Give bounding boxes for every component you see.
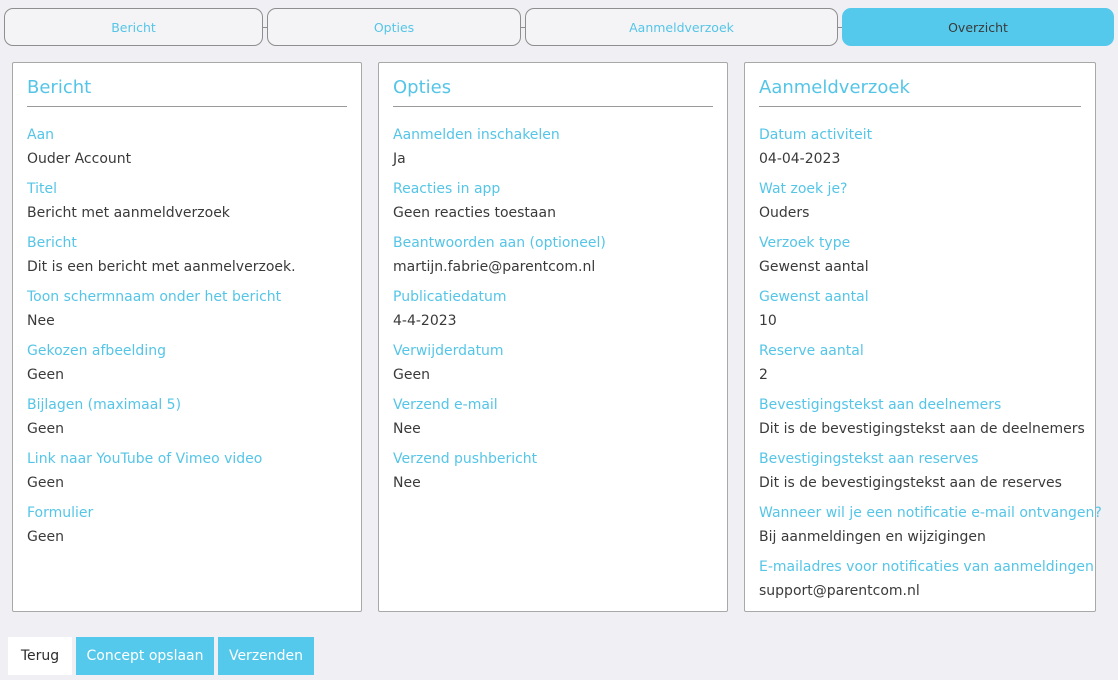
field-label: Link naar YouTube of Vimeo video <box>27 451 263 467</box>
field-formulier: Formulier Geen <box>27 501 347 555</box>
field-bijlagen: Bijlagen (maximaal 5) Geen <box>27 393 347 447</box>
field-label: Publicatiedatum <box>393 289 507 305</box>
field-label: Gewenst aantal <box>759 289 869 305</box>
field-value: Geen reacties toestaan <box>393 205 556 221</box>
field-gewenst-aantal: Gewenst aantal 10 <box>759 285 1081 339</box>
field-publicatiedatum: Publicatiedatum 4-4-2023 <box>393 285 713 339</box>
save-draft-button[interactable]: Concept opslaan <box>76 637 214 675</box>
field-label: Bijlagen (maximaal 5) <box>27 397 182 413</box>
field-label: Beantwoorden aan (optioneel) <box>393 235 606 251</box>
tab-bericht[interactable]: Bericht <box>4 8 263 46</box>
field-list: Aanmelden inschakelen Ja Reacties in app… <box>393 123 713 501</box>
field-label: Aanmelden inschakelen <box>393 127 560 143</box>
field-label: Reserve aantal <box>759 343 864 359</box>
field-value: Dit is de bevestigingstekst aan de reser… <box>759 475 1062 491</box>
field-value: Geen <box>393 367 430 383</box>
field-label: Bevestigingstekst aan reserves <box>759 451 979 467</box>
card-title: Bericht <box>27 76 347 107</box>
back-button[interactable]: Terug <box>8 637 72 675</box>
field-value: Ja <box>393 151 406 167</box>
opties-summary-card: Opties Aanmelden inschakelen Ja Reacties… <box>378 62 728 612</box>
field-reacties-in-app: Reacties in app Geen reacties toestaan <box>393 177 713 231</box>
field-value: Dit is de bevestigingstekst aan de deeln… <box>759 421 1085 437</box>
field-value: 10 <box>759 313 777 329</box>
field-label: Bevestigingstekst aan deelnemers <box>759 397 1002 413</box>
field-verzend-email: Verzend e-mail Nee <box>393 393 713 447</box>
field-label: Wanneer wil je een notificatie e-mail on… <box>759 505 1102 521</box>
field-label: Toon schermnaam onder het bericht <box>27 289 282 305</box>
field-bevestiging-deelnemers: Bevestigingstekst aan deelnemers Dit is … <box>759 393 1085 447</box>
field-value: Geen <box>27 475 64 491</box>
field-label: Gekozen afbeelding <box>27 343 166 359</box>
field-list: Datum activiteit 04-04-2023 Wat zoek je?… <box>759 123 1102 609</box>
field-value: Geen <box>27 367 64 383</box>
field-beantwoorden-aan: Beantwoorden aan (optioneel) martijn.fab… <box>393 231 713 285</box>
field-list: Aan Ouder Account Titel Bericht met aanm… <box>27 123 347 555</box>
card-title: Aanmeldverzoek <box>759 76 1081 107</box>
card-title: Opties <box>393 76 713 107</box>
aanmeldverzoek-summary-card: Aanmeldverzoek Datum activiteit 04-04-20… <box>744 62 1102 612</box>
field-label: Verwijderdatum <box>393 343 504 359</box>
tab-overzicht[interactable]: Overzicht <box>842 8 1114 46</box>
field-value: 4-4-2023 <box>393 313 457 329</box>
field-label: E-mailadres voor notificaties van aanmel… <box>759 559 1094 575</box>
field-value: Nee <box>27 313 55 329</box>
field-label: Datum activiteit <box>759 127 873 143</box>
field-label: Bericht <box>27 235 77 251</box>
field-gekozen-afbeelding: Gekozen afbeelding Geen <box>27 339 347 393</box>
field-toon-schermnaam: Toon schermnaam onder het bericht Nee <box>27 285 347 339</box>
field-value: Dit is een bericht met aanmelverzoek. <box>27 259 296 275</box>
field-value: martijn.fabrie@parentcom.nl <box>393 259 596 275</box>
field-wat-zoek-je: Wat zoek je? Ouders <box>759 177 1081 231</box>
field-label: Reacties in app <box>393 181 501 197</box>
field-value: Nee <box>393 475 421 491</box>
field-reserve-aantal: Reserve aantal 2 <box>759 339 1081 393</box>
field-value: Geen <box>27 421 64 437</box>
field-value: support@parentcom.nl <box>759 583 920 599</box>
field-verwijderdatum: Verwijderdatum Geen <box>393 339 713 393</box>
field-value: Gewenst aantal <box>759 259 869 275</box>
field-value: Nee <box>393 421 421 437</box>
field-label: Verzend pushbericht <box>393 451 538 467</box>
field-label: Verzoek type <box>759 235 851 251</box>
send-button[interactable]: Verzenden <box>218 637 314 675</box>
field-notificatie-moment: Wanneer wil je een notificatie e-mail on… <box>759 501 1102 555</box>
field-value: 2 <box>759 367 768 383</box>
field-label: Formulier <box>27 505 94 521</box>
field-label: Aan <box>27 127 55 143</box>
wizard-steps: Bericht Opties Aanmeldverzoek Overzicht <box>4 8 1114 46</box>
field-value: 04-04-2023 <box>759 151 841 167</box>
field-verzend-pushbericht: Verzend pushbericht Nee <box>393 447 713 501</box>
field-value: Bericht met aanmeldverzoek <box>27 205 230 221</box>
field-value: Bij aanmeldingen en wijzigingen <box>759 529 986 545</box>
field-value: Ouders <box>759 205 810 221</box>
field-notificatie-email: E-mailadres voor notificaties van aanmel… <box>759 555 1094 609</box>
field-value: Geen <box>27 529 64 545</box>
field-bevestiging-reserves: Bevestigingstekst aan reserves Dit is de… <box>759 447 1081 501</box>
field-aan: Aan Ouder Account <box>27 123 347 177</box>
bericht-summary-card: Bericht Aan Ouder Account Titel Bericht … <box>12 62 362 612</box>
field-label: Titel <box>27 181 58 197</box>
field-titel: Titel Bericht met aanmeldverzoek <box>27 177 347 231</box>
field-bericht: Bericht Dit is een bericht met aanmelver… <box>27 231 347 285</box>
field-verzoek-type: Verzoek type Gewenst aantal <box>759 231 1081 285</box>
tab-aanmeldverzoek[interactable]: Aanmeldverzoek <box>525 8 838 46</box>
field-video-link: Link naar YouTube of Vimeo video Geen <box>27 447 347 501</box>
field-value: Ouder Account <box>27 151 132 167</box>
field-label: Wat zoek je? <box>759 181 848 197</box>
field-datum-activiteit: Datum activiteit 04-04-2023 <box>759 123 1081 177</box>
field-aanmelden-inschakelen: Aanmelden inschakelen Ja <box>393 123 713 177</box>
tab-opties[interactable]: Opties <box>267 8 521 46</box>
field-label: Verzend e-mail <box>393 397 498 413</box>
